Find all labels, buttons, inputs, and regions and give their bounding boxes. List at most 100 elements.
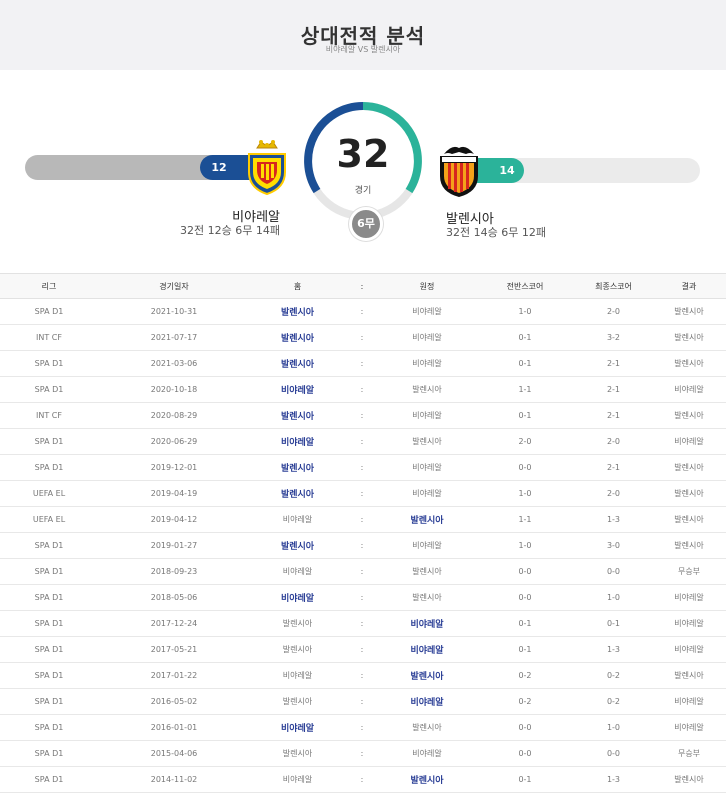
separator-cell: :: [345, 532, 379, 559]
total-games-label: 경기: [354, 186, 372, 196]
league-cell: SPA D1: [0, 740, 98, 767]
halftime-score-cell: 2-0: [475, 428, 575, 455]
halftime-score-cell: 0-1: [475, 350, 575, 377]
separator-cell: :: [345, 480, 379, 507]
table-row: SPA D1 2017-01-22 비야레알: 발렌시아 0-2 0-2 발렌시아: [0, 662, 726, 689]
halftime-score-cell: 1-1: [475, 376, 575, 403]
separator-cell: :: [345, 558, 379, 585]
home-team-cell: 발렌시아: [250, 636, 345, 663]
final-score-cell: 2-1: [575, 454, 652, 481]
league-cell: SPA D1: [0, 610, 98, 637]
separator-cell: :: [345, 428, 379, 455]
home-team-cell: 발렌시아: [250, 610, 345, 637]
final-score-cell: 1-0: [575, 714, 652, 741]
table-row: SPA D1 2016-01-01 비야레알: 발렌시아 0-0 1-0 비야레알: [0, 714, 726, 741]
final-score-cell: 3-0: [575, 532, 652, 559]
halftime-score-cell: 0-0: [475, 558, 575, 585]
result-cell: 비야레알: [652, 636, 726, 663]
home-team-cell: 발렌시아: [250, 402, 345, 429]
table-header-row: 리그 경기일자 홈 : 원정 전반스코어 최종스코어 결과: [0, 273, 726, 299]
away-team-cell: 비야레알: [379, 350, 475, 377]
date-cell: 2019-04-19: [98, 480, 250, 507]
halftime-score-cell: 0-2: [475, 688, 575, 715]
home-team-cell: 비야레알: [250, 506, 345, 533]
right-team-record: 32전 14승 6무 12패: [446, 226, 546, 239]
left-wins-count: 12: [211, 161, 227, 174]
table-row: SPA D1 2020-10-18 비야레알: 발렌시아 1-1 2-1 비야레알: [0, 376, 726, 403]
table-row: SPA D1 2019-01-27 발렌시아: 비야레알 1-0 3-0 발렌시아: [0, 532, 726, 559]
result-cell: 비야레알: [652, 376, 726, 403]
halftime-score-cell: 0-1: [475, 402, 575, 429]
home-team-cell: 비야레알: [250, 558, 345, 585]
separator-cell: :: [345, 506, 379, 533]
result-cell: 발렌시아: [652, 480, 726, 507]
result-cell: 비야레알: [652, 428, 726, 455]
away-team-cell: 비야레알: [379, 636, 475, 663]
league-cell: SPA D1: [0, 558, 98, 585]
away-team-cell: 발렌시아: [379, 714, 475, 741]
separator-cell: :: [345, 298, 379, 325]
halftime-score-cell: 0-1: [475, 766, 575, 793]
date-cell: 2021-10-31: [98, 298, 250, 325]
league-cell: SPA D1: [0, 532, 98, 559]
league-cell: SPA D1: [0, 714, 98, 741]
date-cell: 2019-01-27: [98, 532, 250, 559]
result-cell: 비야레알: [652, 610, 726, 637]
col-league: 리그: [0, 273, 98, 299]
home-team-cell: 발렌시아: [250, 298, 345, 325]
away-team-cell: 비야레알: [379, 454, 475, 481]
away-team-cell: 발렌시아: [379, 376, 475, 403]
table-row: SPA D1 2015-04-06 발렌시아: 비야레알 0-0 0-0 무승부: [0, 740, 726, 767]
away-team-cell: 비야레알: [379, 324, 475, 351]
league-cell: SPA D1: [0, 662, 98, 689]
right-wins-count: 14: [499, 164, 515, 177]
table-row: SPA D1 2016-05-02 발렌시아: 비야레알 0-2 0-2 비야레알: [0, 688, 726, 715]
result-cell: 비야레알: [652, 714, 726, 741]
halftime-score-cell: 0-0: [475, 740, 575, 767]
home-team-cell: 발렌시아: [250, 324, 345, 351]
result-cell: 발렌시아: [652, 324, 726, 351]
result-cell: 발렌시아: [652, 298, 726, 325]
halftime-score-cell: 0-1: [475, 324, 575, 351]
home-team-cell: 비야레알: [250, 714, 345, 741]
final-score-cell: 0-2: [575, 662, 652, 689]
away-team-cell: 발렌시아: [379, 428, 475, 455]
separator-cell: :: [345, 714, 379, 741]
league-cell: INT CF: [0, 402, 98, 429]
halftime-score-cell: 1-0: [475, 480, 575, 507]
halftime-score-cell: 0-0: [475, 584, 575, 611]
date-cell: 2020-08-29: [98, 402, 250, 429]
league-cell: UEFA EL: [0, 480, 98, 507]
halftime-score-cell: 1-0: [475, 298, 575, 325]
result-cell: 발렌시아: [652, 532, 726, 559]
date-cell: 2016-05-02: [98, 688, 250, 715]
final-score-cell: 0-1: [575, 610, 652, 637]
away-team-cell: 비야레알: [379, 688, 475, 715]
final-score-cell: 3-2: [575, 324, 652, 351]
col-final-score: 최종스코어: [575, 273, 652, 299]
date-cell: 2018-05-06: [98, 584, 250, 611]
date-cell: 2017-12-24: [98, 610, 250, 637]
result-cell: 발렌시아: [652, 662, 726, 689]
col-result: 결과: [652, 273, 726, 299]
date-cell: 2020-10-18: [98, 376, 250, 403]
home-team-cell: 비야레알: [250, 584, 345, 611]
table-row: SPA D1 2020-06-29 비야레알: 발렌시아 2-0 2-0 비야레알: [0, 428, 726, 455]
home-team-cell: 발렌시아: [250, 740, 345, 767]
date-cell: 2017-05-21: [98, 636, 250, 663]
result-cell: 비야레알: [652, 584, 726, 611]
away-team-cell: 발렌시아: [379, 662, 475, 689]
separator-cell: :: [345, 610, 379, 637]
table-row: SPA D1 2014-11-02 비야레알: 발렌시아 0-1 1-3 발렌시아: [0, 766, 726, 793]
result-cell: 발렌시아: [652, 402, 726, 429]
total-games: 32: [336, 132, 390, 176]
league-cell: SPA D1: [0, 454, 98, 481]
col-date: 경기일자: [98, 273, 250, 299]
table-row: SPA D1 2017-05-21 발렌시아: 비야레알 0-1 1-3 비야레알: [0, 636, 726, 663]
home-team-cell: 비야레알: [250, 428, 345, 455]
col-halftime-score: 전반스코어: [475, 273, 575, 299]
home-team-cell: 비야레알: [250, 376, 345, 403]
separator-cell: :: [345, 636, 379, 663]
separator-cell: :: [345, 688, 379, 715]
league-cell: SPA D1: [0, 584, 98, 611]
